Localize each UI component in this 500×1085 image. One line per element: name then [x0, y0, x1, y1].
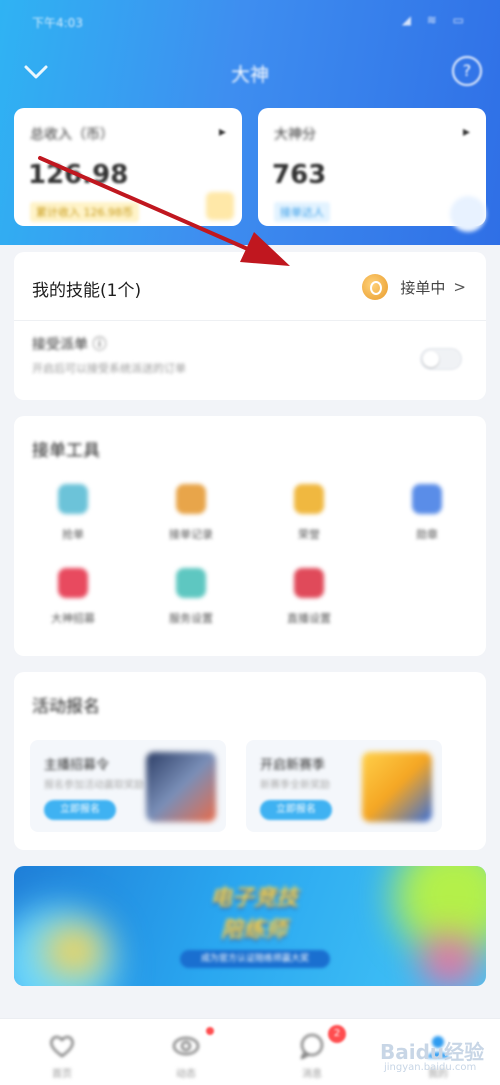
status-bar: 下午4:03 ◢ ≋ ▭	[0, 0, 500, 42]
skill-card: 我的技能(1个) 接单中 > 接受派单 ⓘ 开启后可以接受系统派送的订单	[14, 252, 486, 400]
notebook-icon	[176, 484, 206, 514]
notification-dot	[206, 1027, 214, 1035]
banner-subtitle: 成为官方认证陪练师赢大奖	[180, 950, 330, 968]
profile-icon	[58, 568, 88, 598]
chevron-right-icon: ▸	[462, 124, 470, 140]
order-status-label: 接单中	[400, 278, 446, 297]
order-status-link[interactable]: 接单中 >	[362, 274, 466, 300]
score-value: 763	[272, 160, 327, 190]
promo-card[interactable]: 主播招募令 报名参加活动赢取奖励 立即报名	[30, 740, 226, 832]
my-skills-title[interactable]: 我的技能(1个)	[32, 276, 141, 301]
banner-decoration	[424, 936, 474, 986]
coin-icon	[362, 274, 389, 300]
tool-label: 接单记录	[169, 528, 213, 541]
esports-banner[interactable]: 电子竞技 陪练师 成为官方认证陪练师赢大奖	[14, 866, 486, 986]
tool-item[interactable]: 接单记录	[132, 484, 250, 554]
tab-label: 消息	[302, 1069, 322, 1080]
promo-title: 开启新赛季	[260, 758, 326, 773]
tool-item[interactable]: 勋章	[368, 484, 486, 554]
watermark-text: Baidu经验	[380, 1040, 485, 1064]
chevron-right-icon: ▸	[218, 124, 226, 140]
tab-feed[interactable]: 动态	[136, 1027, 236, 1081]
promo-card[interactable]: 开启新赛季 新赛季全新奖励 立即报名	[246, 740, 442, 832]
page-title: 大神	[230, 64, 269, 86]
promo-desc: 报名参加活动赢取奖励	[44, 780, 144, 791]
activity-card: 活动报名 主播招募令 报名参加活动赢取奖励 立即报名 开启新赛季 新赛季全新奖励…	[14, 672, 486, 850]
top-nav: 大神 ?	[0, 48, 500, 96]
banner-title-line1: 电子竞技	[209, 886, 298, 911]
eye-icon	[173, 1037, 199, 1055]
tab-messages[interactable]: 2 消息	[262, 1025, 362, 1081]
tools-title: 接单工具	[32, 441, 100, 461]
gift-icon[interactable]	[206, 192, 234, 220]
tool-label: 直播设置	[287, 612, 331, 625]
tab-home[interactable]: 首页	[12, 1029, 112, 1081]
tool-item[interactable]: 服务设置	[132, 568, 250, 638]
signup-button[interactable]: 立即报名	[44, 800, 116, 820]
divider	[14, 320, 486, 321]
tool-item[interactable]: 直播设置	[250, 568, 368, 638]
signup-button[interactable]: 立即报名	[260, 800, 332, 820]
heart-icon	[50, 1036, 74, 1058]
status-icons: ◢ ≋ ▭	[401, 13, 470, 27]
chevron-right-icon: >	[453, 278, 466, 296]
activity-title: 活动报名	[32, 697, 100, 717]
score-badge: 接单达人	[274, 202, 330, 222]
medal-icon	[412, 484, 442, 514]
dispatch-title: 接受派单 ⓘ	[32, 337, 107, 353]
tool-label: 抢单	[62, 528, 84, 541]
clock-icon	[58, 484, 88, 514]
mic-icon	[294, 568, 324, 598]
tools-grid: 抢单 接单记录 荣誉 勋章大神招募 服务设置 直播设置	[14, 484, 486, 644]
promo-title: 主播招募令	[44, 758, 110, 773]
watermark-logo: Baidu经验 jingyan.baidu.com	[380, 1030, 490, 1080]
income-badge: 累计收入 126.98币	[30, 202, 139, 222]
unread-badge: 2	[328, 1025, 346, 1043]
trophy-icon	[294, 484, 324, 514]
status-time: 下午4:03	[32, 16, 83, 30]
order-tools-card: 接单工具 抢单 接单记录 荣誉 勋章大神招募 服务设置 直播设置	[14, 416, 486, 656]
tool-label: 大神招募	[51, 612, 95, 625]
dispatch-toggle[interactable]	[420, 348, 462, 370]
tab-label: 首页	[52, 1069, 72, 1080]
income-label: 总收入（币）	[30, 127, 114, 143]
promo-illustration	[362, 752, 432, 822]
score-label: 大神分	[274, 127, 316, 143]
banner-title-line2: 陪练师	[220, 918, 287, 943]
tool-item[interactable]: 抢单	[14, 484, 132, 554]
income-value: 126.98	[28, 160, 129, 190]
tool-label: 服务设置	[169, 612, 213, 625]
gear-icon	[176, 568, 206, 598]
tool-label: 荣誉	[298, 528, 320, 541]
promo-illustration	[146, 752, 216, 822]
float-circle-icon[interactable]	[450, 196, 486, 232]
tab-label: 动态	[176, 1069, 196, 1080]
watermark-subtext: jingyan.baidu.com	[384, 1062, 477, 1073]
promo-desc: 新赛季全新奖励	[260, 780, 330, 791]
dispatch-desc: 开启后可以接受系统派送的订单	[32, 362, 186, 375]
banner-decoration	[44, 926, 104, 976]
help-icon[interactable]: ?	[452, 56, 482, 86]
chat-icon	[300, 1034, 323, 1059]
tool-item[interactable]: 大神招募	[14, 568, 132, 638]
tool-item[interactable]: 荣誉	[250, 484, 368, 554]
tool-label: 勋章	[416, 528, 438, 541]
